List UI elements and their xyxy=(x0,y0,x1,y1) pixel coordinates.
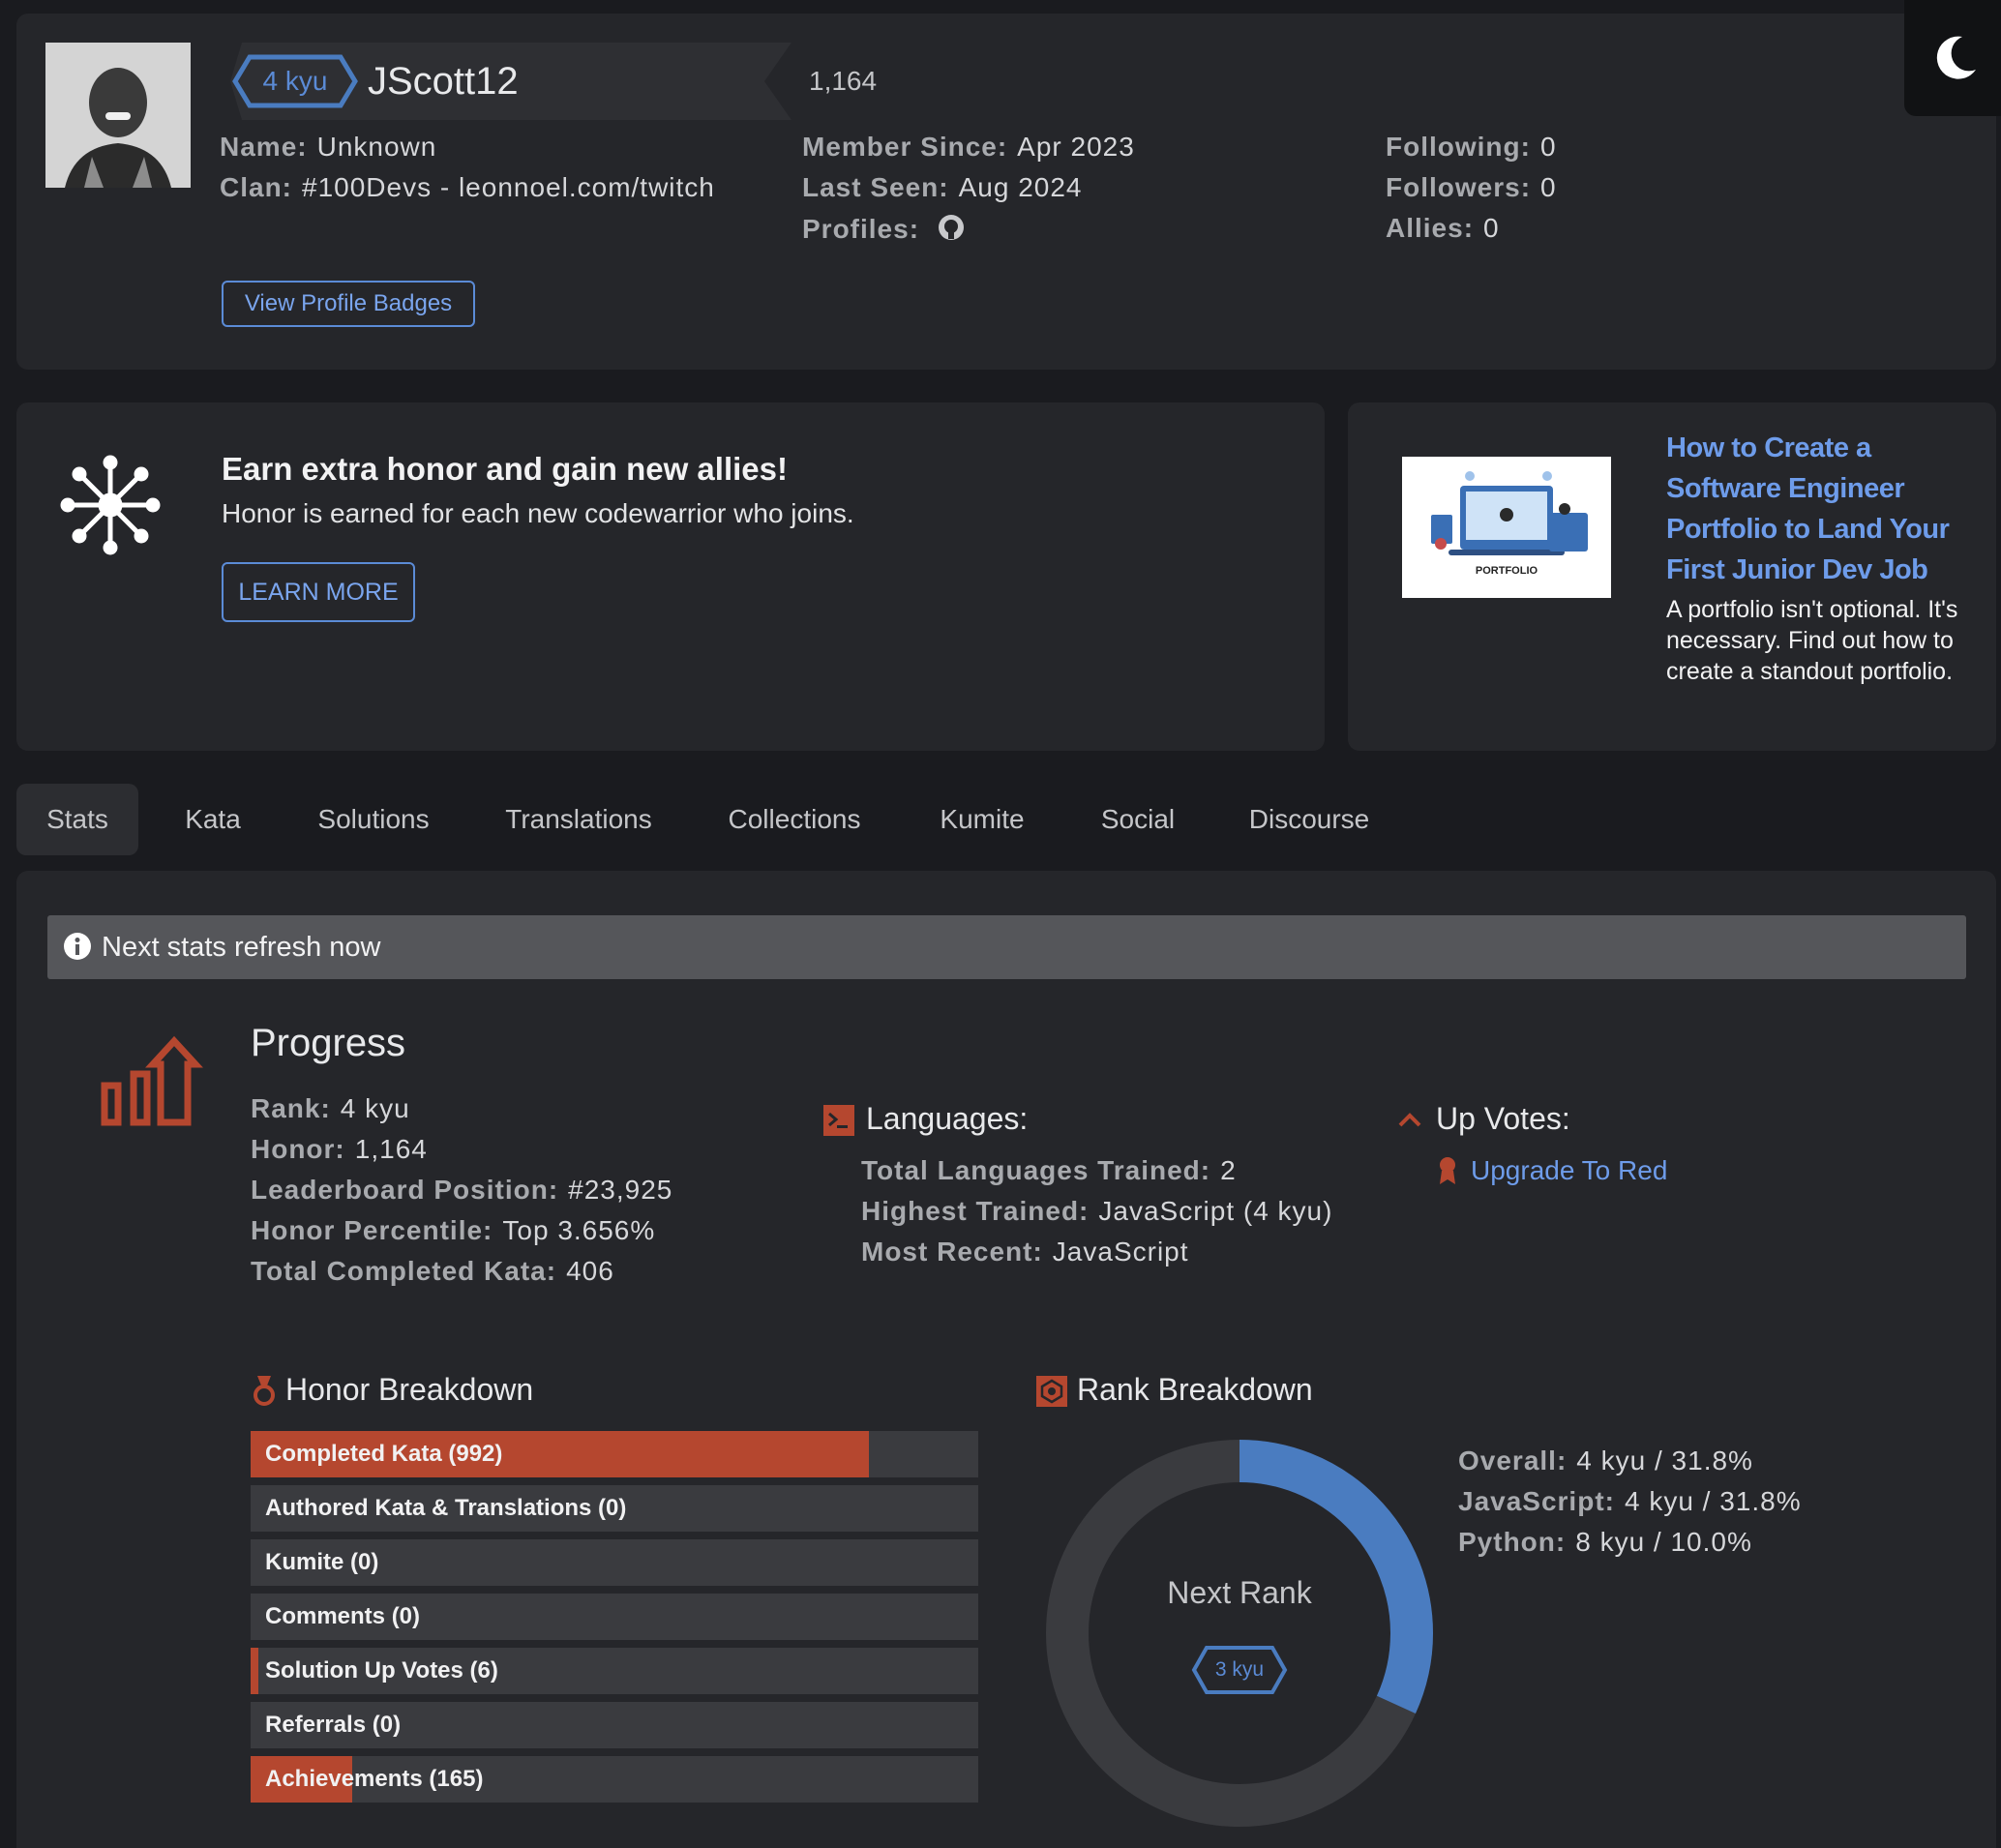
completed-kata-row: Total Completed Kata: 406 xyxy=(251,1256,614,1286)
allies-row: Allies: 0 xyxy=(1386,213,1500,243)
upgrade-to-red-link[interactable]: Upgrade To Red xyxy=(1471,1155,1667,1186)
promo-subtitle: Honor is earned for each new codewarrior… xyxy=(222,498,854,528)
honor-bar-fill xyxy=(251,1648,258,1694)
honor-bar-referrals: Referrals (0) xyxy=(251,1702,978,1748)
leaderboard-row: Leaderboard Position: #23,925 xyxy=(251,1175,673,1205)
upvotes-heading: Up Votes: xyxy=(1436,1101,1570,1136)
tab-stats[interactable]: Stats xyxy=(16,784,138,855)
ribbon-icon xyxy=(1436,1155,1459,1191)
progress-chart-icon xyxy=(97,1035,203,1132)
tab-kata[interactable]: Kata xyxy=(172,784,254,855)
honor-count: 1,164 xyxy=(809,66,878,96)
progress-rank-row: Rank: 4 kyu xyxy=(251,1093,410,1123)
article-thumbnail-caption: PORTFOLIO xyxy=(1475,565,1538,577)
rank-python-row: Python: 8 kyu / 10.0% xyxy=(1458,1527,1752,1557)
article-description: A portfolio isn't optional. It's necessa… xyxy=(1666,596,1958,685)
followers-row: Followers: 0 xyxy=(1386,172,1557,202)
progress-heading: Progress xyxy=(251,1022,406,1064)
progress-honor-row: Honor: 1,164 xyxy=(251,1134,428,1164)
notice-text: Next stats refresh now xyxy=(102,932,381,963)
promo-title: Earn extra honor and gain new allies! xyxy=(222,451,788,487)
percentile-row: Honor Percentile: Top 3.656% xyxy=(251,1215,656,1245)
rank-breakdown-icon xyxy=(1036,1376,1067,1412)
terminal-icon xyxy=(823,1105,854,1141)
view-profile-badges-button[interactable]: View Profile Badges xyxy=(222,281,475,327)
medal-icon xyxy=(254,1376,275,1412)
article-title[interactable]: How to Create a Software Engineer Portfo… xyxy=(1666,428,1976,590)
honor-bar-comments: Comments (0) xyxy=(251,1594,978,1640)
most-recent-row: Most Recent: JavaScript xyxy=(861,1237,1189,1267)
profiles-row: Profiles: xyxy=(802,213,966,249)
next-rank-badge: 3 kyu xyxy=(1191,1645,1288,1695)
rank-javascript-row: JavaScript: 4 kyu / 31.8% xyxy=(1458,1486,1802,1516)
network-icon xyxy=(60,455,161,555)
clan-row: Clan: #100Devs - leonnoel.com/twitch xyxy=(220,172,715,202)
avatar xyxy=(45,43,191,188)
tab-social[interactable]: Social xyxy=(1093,784,1182,855)
next-rank-label: Next Rank xyxy=(1167,1575,1312,1610)
languages-trained-row: Total Languages Trained: 2 xyxy=(861,1155,1237,1185)
honor-bar-authored-kata: Authored Kata & Translations (0) xyxy=(251,1485,978,1532)
honor-bar-achievements: Achievements (165) xyxy=(251,1756,978,1803)
tab-translations[interactable]: Translations xyxy=(495,784,662,855)
github-icon[interactable] xyxy=(937,213,966,249)
chevron-up-icon xyxy=(1397,1109,1422,1135)
honor-bar-completed-kata: Completed Kata (992) xyxy=(251,1431,978,1477)
rank-overall-row: Overall: 4 kyu / 31.8% xyxy=(1458,1446,1753,1475)
last-seen-row: Last Seen: Aug 2024 xyxy=(802,172,1083,202)
name-row: Name: Unknown xyxy=(220,132,437,162)
rank-breakdown-heading: Rank Breakdown xyxy=(1077,1372,1313,1407)
moon-icon xyxy=(1936,36,1976,79)
languages-heading: Languages: xyxy=(866,1101,1029,1136)
next-rank-badge-label: 3 kyu xyxy=(1214,1658,1265,1681)
tab-solutions[interactable]: Solutions xyxy=(306,784,441,855)
highest-trained-row: Highest Trained: JavaScript (4 kyu) xyxy=(861,1196,1333,1226)
notice-bar: Next stats refresh now xyxy=(47,915,1966,979)
honor-bar-solution-upvotes: Solution Up Votes (6) xyxy=(251,1648,978,1694)
info-icon xyxy=(63,932,92,966)
tab-discourse[interactable]: Discourse xyxy=(1240,784,1378,855)
tab-kumite[interactable]: Kumite xyxy=(929,784,1035,855)
rank-progress-donut xyxy=(1046,1440,1433,1827)
article-thumbnail[interactable]: PORTFOLIO xyxy=(1402,457,1611,598)
theme-toggle[interactable] xyxy=(1904,0,2001,116)
username: JScott12 xyxy=(368,60,519,103)
learn-more-button[interactable]: LEARN MORE xyxy=(222,562,415,622)
rank-badge-label: 4 kyu xyxy=(262,66,328,96)
honor-bar-kumite: Kumite (0) xyxy=(251,1539,978,1586)
honor-breakdown-heading: Honor Breakdown xyxy=(285,1372,534,1407)
following-row: Following: 0 xyxy=(1386,132,1557,162)
tab-collections[interactable]: Collections xyxy=(716,784,873,855)
rank-badge: 4 kyu xyxy=(232,54,358,108)
member-since-row: Member Since: Apr 2023 xyxy=(802,132,1135,162)
